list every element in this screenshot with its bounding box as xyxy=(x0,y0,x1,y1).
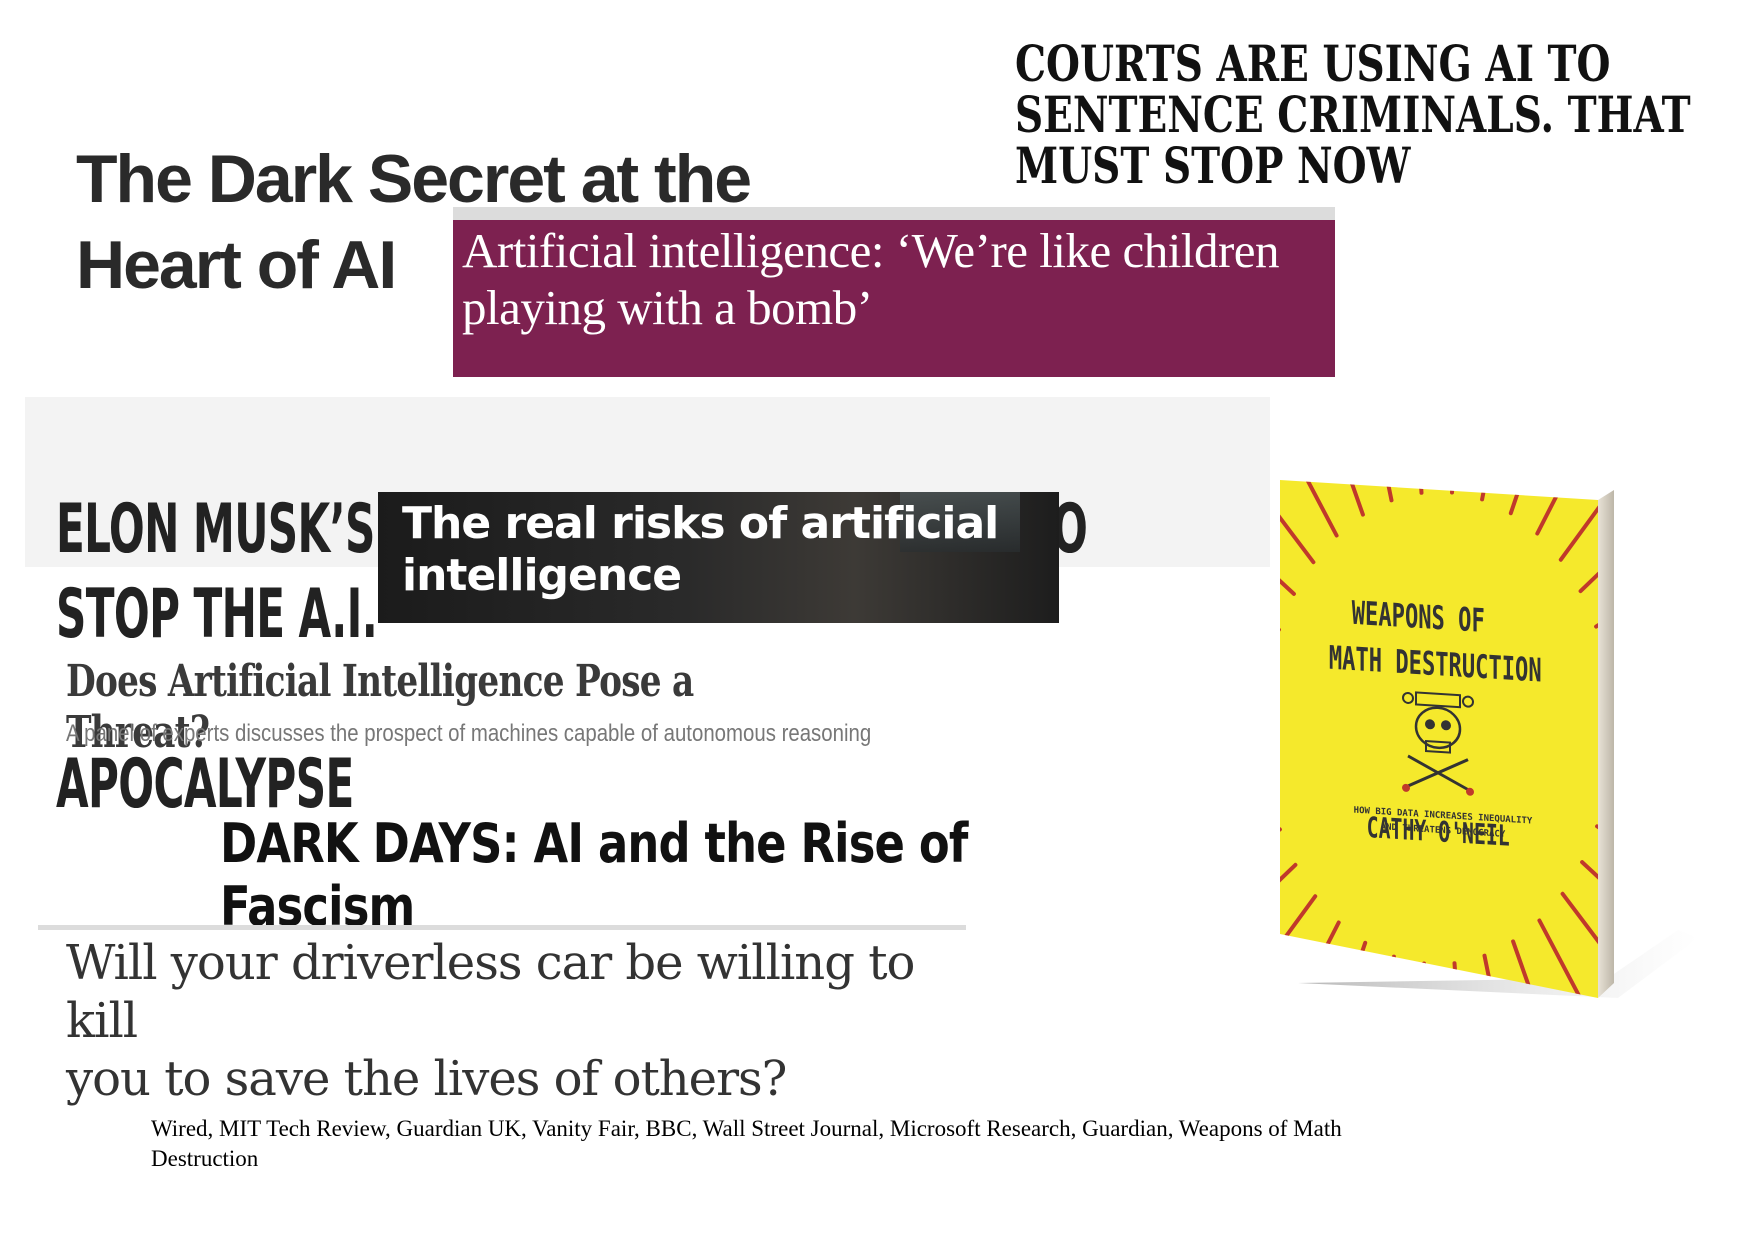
book-burst-ray xyxy=(1612,747,1697,756)
book-title-line1: WEAPONS OF xyxy=(1352,593,1485,640)
book-burst-ray xyxy=(1280,580,1281,632)
courts-headline-line2: SENTENCE CRIMINALS. THAT xyxy=(1015,85,1691,144)
courts-headline-line3: MUST STOP NOW xyxy=(1015,136,1411,195)
book-front-cover xyxy=(1280,480,1598,998)
guardian-uk-headline-line2: playing with a bomb’ xyxy=(462,280,873,335)
guardian-headline-line2: you to save the lives of others? xyxy=(66,1051,787,1107)
microsoft-research-headline: DARK DAYS: AI and the Rise of Fascism xyxy=(220,812,968,938)
sources-caption: Wired, MIT Tech Review, Guardian UK, Van… xyxy=(151,1114,1551,1174)
book-pages xyxy=(1598,490,1614,998)
book-illustration: WEAPONS OF MATH DESTRUCTION HOW BIG DATA… xyxy=(1280,480,1698,998)
courts-headline: COURTS ARE USING AI TO SENTENCE CRIMINAL… xyxy=(1015,38,1717,191)
bbc-headline: The real risks of artificial intelligenc… xyxy=(402,498,1042,602)
wsj-subheadline: A panel of experts discusses the prospec… xyxy=(66,720,872,747)
guardian-uk-headline-line1: Artificial intelligence: ‘We’re like chi… xyxy=(462,223,1280,278)
book-burst-ray xyxy=(1607,635,1689,666)
book-burst-ray xyxy=(1327,940,1368,998)
guardian-top-rule xyxy=(38,925,966,930)
guardian-headline-line1: Will your driverless car be willing to k… xyxy=(66,935,915,1049)
book-burst-ray xyxy=(1280,827,1282,881)
guardian-headline: Will your driverless car be willing to k… xyxy=(66,934,966,1108)
book-burst-ray xyxy=(1607,788,1689,817)
bbc-headline-line2: intelligence xyxy=(402,550,682,601)
sources-caption-line2: Destruction xyxy=(151,1146,259,1171)
bbc-headline-line1: The real risks of artificial xyxy=(402,498,999,549)
guardian-uk-top-rule xyxy=(453,207,1335,220)
book-burst-ray xyxy=(1612,695,1697,706)
courts-headline-line1: COURTS ARE USING AI TO xyxy=(1015,34,1611,93)
guardian-uk-headline: Artificial intelligence: ‘We’re like chi… xyxy=(462,222,1322,336)
book-cover-image: WEAPONS OF MATH DESTRUCTION HOW BIG DATA… xyxy=(1278,478,1698,1008)
sources-caption-line1: Wired, MIT Tech Review, Guardian UK, Van… xyxy=(151,1116,1342,1141)
book-burst-ray xyxy=(1450,480,1461,495)
